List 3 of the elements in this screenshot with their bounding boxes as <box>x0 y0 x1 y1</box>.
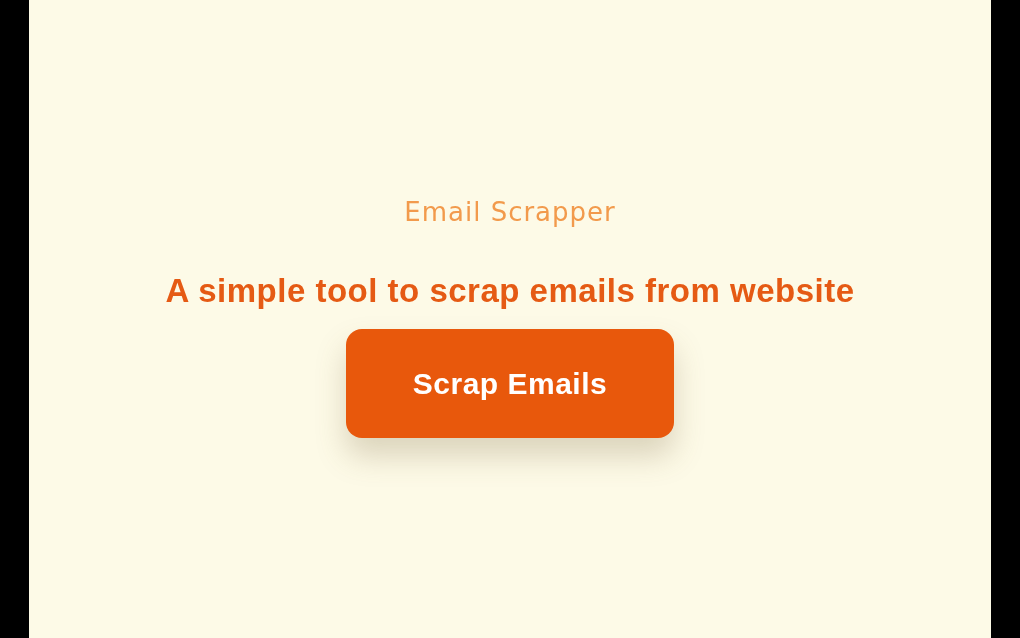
tagline: A simple tool to scrap emails from website <box>165 271 855 311</box>
app-title: Email Scrapper <box>404 196 616 229</box>
scrap-emails-button[interactable]: Scrap Emails <box>346 329 674 438</box>
